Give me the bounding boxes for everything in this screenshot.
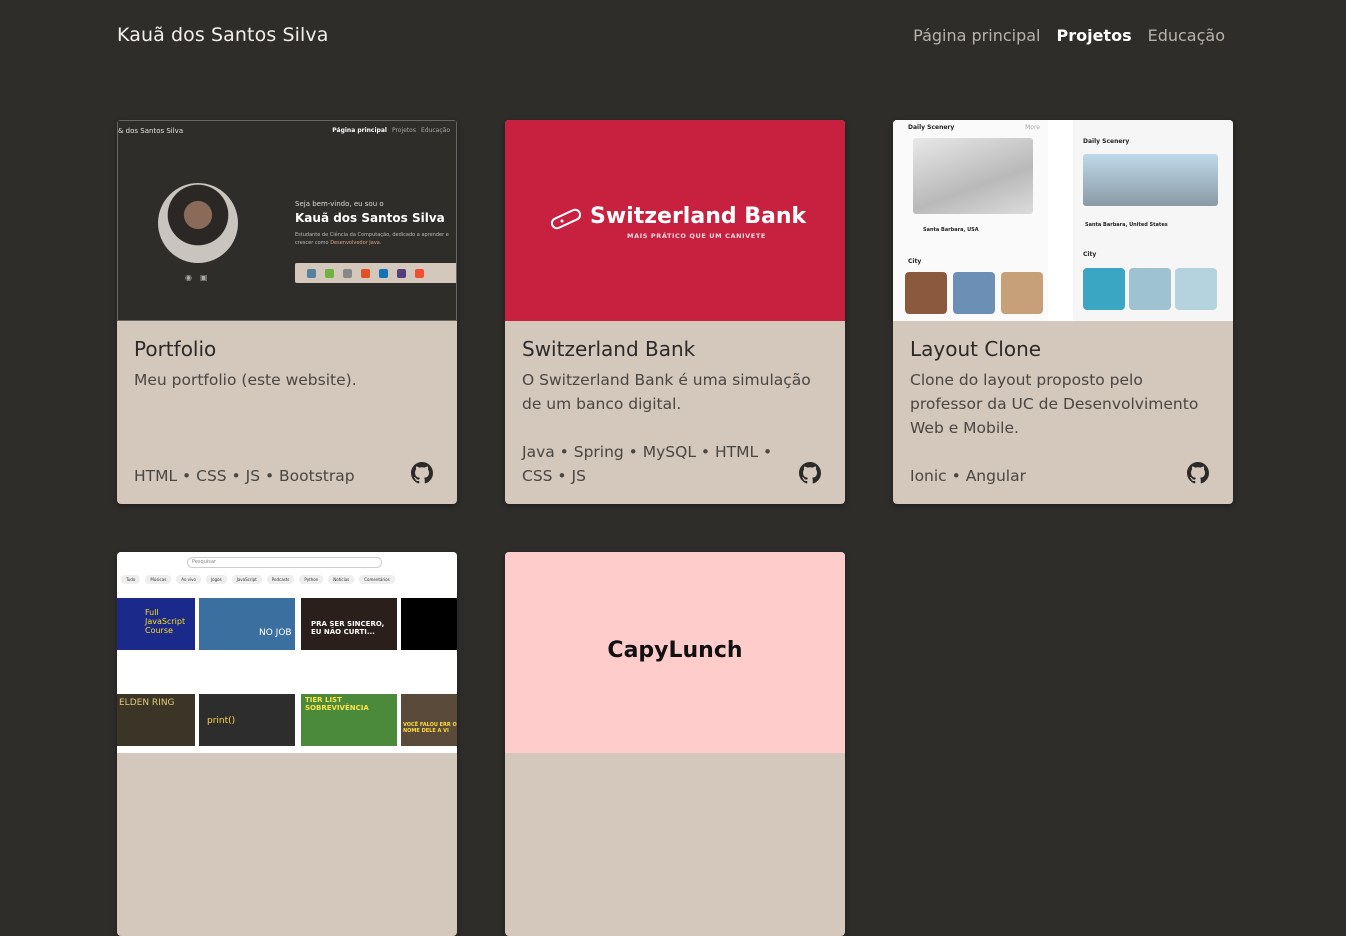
thumb-search-input: Pesquisar <box>187 557 382 568</box>
clone-more: More <box>1025 124 1040 131</box>
chip: Podcasts <box>266 575 295 584</box>
city-tile <box>905 272 947 314</box>
switzerland-logo-text: Switzerland Bank <box>590 204 807 229</box>
clone-panel-right: Daily Scenery Santa Barbara, United Stat… <box>1073 120 1233 321</box>
nav-link-home[interactable]: Página principal <box>913 26 1040 45</box>
card-tech-stack: HTML • CSS • JS • Bootstrap <box>134 467 355 485</box>
chip: Notícias <box>328 575 355 584</box>
thumb-nav-item: Educação <box>420 127 450 134</box>
bootstrap-icon <box>397 268 406 278</box>
clone-location: Santa Barbara, USA <box>923 227 979 233</box>
clone-city-label: City <box>908 258 922 265</box>
clone-panel-left: Daily Scenery More Santa Barbara, USA Ci… <box>893 120 1048 321</box>
thumb-nav-item: Página principal <box>332 127 387 134</box>
project-thumbnail: Pesquisar Tudo Músicas Ao vivo Jogos Jav… <box>117 552 457 753</box>
thumb-greeting: Seja bem-vindo, eu sou o <box>295 200 384 208</box>
html-icon <box>361 268 370 278</box>
clone-city-label: City <box>1083 251 1097 258</box>
video-thumb: PRA SER SINCERO, EU NÃO CURTI... <box>301 598 397 650</box>
nav-link-projects[interactable]: Projetos <box>1056 26 1131 45</box>
chip: Ao vivo <box>176 575 201 584</box>
thumb-nav-item: Projetos <box>391 127 416 134</box>
tech-icons-bar <box>295 263 456 283</box>
city-tile <box>1083 268 1125 310</box>
github-icon[interactable] <box>1187 462 1209 484</box>
project-thumbnail: Daily Scenery More Santa Barbara, USA Ci… <box>893 120 1233 321</box>
brand-name[interactable]: Kauã dos Santos Silva <box>117 24 328 46</box>
card-title: Portfolio <box>134 337 217 361</box>
nav-link-education[interactable]: Educação <box>1148 26 1225 45</box>
project-card-portfolio: & dos Santos Silva Página principal Proj… <box>117 120 457 504</box>
thumb-bio: Estudante de Ciência da Computação, dedi… <box>295 231 456 247</box>
chip: Python <box>299 575 324 584</box>
card-tech-stack: Ionic • Angular <box>910 467 1026 485</box>
city-tile <box>1129 268 1171 310</box>
java-icon <box>307 268 316 278</box>
github-icon[interactable] <box>799 462 821 484</box>
spring-icon <box>325 268 334 278</box>
project-thumbnail: & dos Santos Silva Página principal Proj… <box>117 120 457 321</box>
project-card-youtube-clone: Pesquisar Tudo Músicas Ao vivo Jogos Jav… <box>117 552 457 936</box>
card-title: Switzerland Bank <box>522 337 696 361</box>
switzerland-tagline: MAIS PRÁTICO QUE UM CANIVETE <box>627 232 766 240</box>
chip: Músicas <box>145 575 172 584</box>
project-thumbnail: CapyLunch <box>505 552 845 753</box>
chip: Comentários <box>359 575 395 584</box>
project-thumbnail: Switzerland Bank MAIS PRÁTICO QUE UM CAN… <box>505 120 845 321</box>
git-icon <box>415 268 424 278</box>
video-thumb: TIER LIST SOBREVIVÊNCIA <box>301 694 397 746</box>
city-tile <box>1001 272 1043 314</box>
swiss-knife-icon <box>550 208 582 230</box>
thumb-bio-highlight: Desenvolvedor Java. <box>330 240 382 246</box>
navbar: Kauã dos Santos Silva Página principal P… <box>0 0 1346 72</box>
clone-location: Santa Barbara, United States <box>1085 222 1168 228</box>
chip: JavaScript <box>231 575 262 584</box>
card-tech-stack: Java • Spring • MySQL • HTML • CSS • JS <box>522 443 773 485</box>
chip: Tudo <box>121 575 141 584</box>
project-card-switzerland-bank: Switzerland Bank MAIS PRÁTICO QUE UM CAN… <box>505 120 845 504</box>
video-thumb: VOCÊ FALOU ERR O NOME DELE A VI <box>401 694 457 746</box>
thumb-chips: Tudo Músicas Ao vivo Jogos JavaScript Po… <box>121 575 395 584</box>
building-image <box>1083 154 1218 206</box>
clone-heading: Daily Scenery <box>1083 138 1130 145</box>
thumb-name: Kauã dos Santos Silva <box>295 211 445 225</box>
project-card-layout-clone: Daily Scenery More Santa Barbara, USA Ci… <box>893 120 1233 504</box>
thumb-brand: & dos Santos Silva <box>118 127 184 135</box>
building-image <box>913 138 1033 214</box>
avatar <box>158 183 238 263</box>
video-thumb: NO JOB <box>199 598 295 650</box>
nav-links: Página principal Projetos Educação <box>913 26 1225 45</box>
clone-heading: Daily Scenery <box>908 124 955 131</box>
video-thumb: print() <box>199 694 295 746</box>
card-description: Meu portfolio (este website). <box>134 371 357 389</box>
city-tile <box>953 272 995 314</box>
video-thumb <box>401 598 457 650</box>
video-thumb: ELDEN RING <box>117 694 195 746</box>
city-tile <box>1175 268 1217 310</box>
social-icons: ◉▣ <box>185 273 216 282</box>
card-title: Layout Clone <box>910 337 1042 361</box>
chip: Jogos <box>205 575 227 584</box>
capylunch-logo-text: CapyLunch <box>607 638 743 663</box>
card-description: O Switzerland Bank é uma simulação de um… <box>522 371 811 413</box>
c-icon <box>343 268 352 278</box>
card-description: Clone do layout proposto pelo professor … <box>910 371 1199 437</box>
video-thumb: Full JavaScript Course <box>117 598 195 650</box>
thumb-nav: Página principal Projetos Educação <box>332 127 450 134</box>
css-icon <box>379 268 388 278</box>
github-icon[interactable] <box>411 462 433 484</box>
project-card-capylunch: CapyLunch <box>505 552 845 936</box>
